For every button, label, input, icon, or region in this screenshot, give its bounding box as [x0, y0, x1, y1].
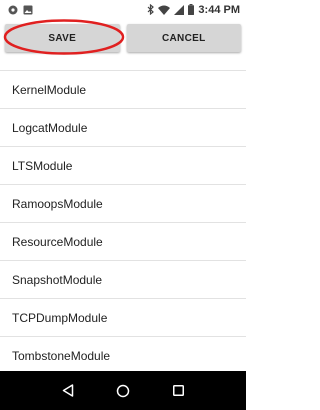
- back-icon: [62, 384, 73, 397]
- list-item[interactable]: TCPDumpModule: [0, 299, 246, 337]
- list-item[interactable]: TombstoneModule: [0, 337, 246, 371]
- list-item[interactable]: LTSModule: [0, 147, 246, 185]
- recents-icon: [172, 385, 184, 396]
- signal-icon: [174, 4, 185, 15]
- image-icon: [23, 5, 33, 14]
- status-bar: 3:44 PM: [0, 0, 246, 19]
- notification-icon: [8, 5, 18, 14]
- list-item-label: KernelModule: [12, 83, 87, 97]
- list-item-label: TCPDumpModule: [12, 311, 108, 325]
- save-button[interactable]: SAVE: [5, 24, 120, 52]
- bluetooth-icon: [147, 4, 155, 15]
- back-button[interactable]: [56, 379, 80, 403]
- list-item-label: LTSModule: [12, 159, 73, 173]
- list-item-label: LogcatModule: [12, 121, 88, 135]
- cancel-button[interactable]: CANCEL: [126, 24, 241, 52]
- list-item-label: ResourceModule: [12, 235, 103, 249]
- status-time: 3:44 PM: [198, 3, 240, 16]
- list-item[interactable]: ResourceModule: [0, 223, 246, 261]
- battery-icon: [188, 4, 195, 15]
- action-button-row: SAVE CANCEL: [5, 24, 241, 52]
- list-item-label: RamoopsModule: [12, 197, 103, 211]
- list-item[interactable]: SnapshotModule: [0, 261, 246, 299]
- list-item[interactable]: RamoopsModule: [0, 185, 246, 223]
- module-list[interactable]: InkModule KernelModule LogcatModule LTSM…: [0, 39, 246, 371]
- home-button[interactable]: [111, 379, 135, 403]
- recents-button[interactable]: [166, 379, 190, 403]
- list-item-label: TombstoneModule: [12, 349, 111, 363]
- navigation-bar: [0, 371, 246, 410]
- home-icon: [116, 384, 130, 397]
- list-item[interactable]: LogcatModule: [0, 109, 246, 147]
- status-left-icons: [8, 5, 33, 15]
- status-right-icons: 3:44 PM: [147, 4, 240, 16]
- list-item-label: SnapshotModule: [12, 273, 103, 287]
- list-item[interactable]: KernelModule: [0, 71, 246, 109]
- wifi-icon: [158, 5, 171, 15]
- module-list-view[interactable]: InkModule KernelModule LogcatModule LTSM…: [0, 19, 246, 371]
